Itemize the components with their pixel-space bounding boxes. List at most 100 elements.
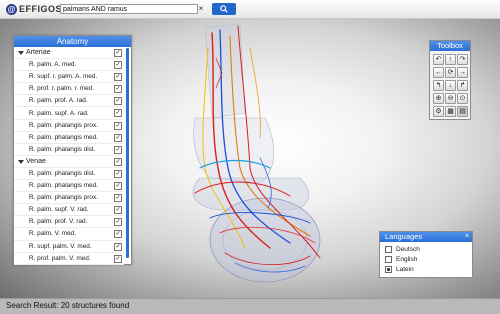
tree-item-label: R. prof. r. palm. r. med. bbox=[29, 85, 94, 93]
reset-view-icon[interactable]: ⟳ bbox=[445, 67, 456, 78]
tree-group-venae[interactable]: Venae ✓ bbox=[14, 156, 124, 168]
tree-item[interactable]: R. prof. r. palm. r. med. ✓ bbox=[14, 83, 124, 96]
logo-mark: @ bbox=[6, 3, 17, 15]
item-checkbox[interactable]: ✓ bbox=[114, 230, 122, 239]
anatomy-panel: Anatomy Arteriae ✓ R. palm. A. med. ✓ R. sup… bbox=[13, 35, 132, 265]
zoom-out-icon[interactable]: ⊖ bbox=[445, 93, 456, 104]
language-option-latein[interactable]: Latein bbox=[385, 265, 414, 274]
rotate-right-icon[interactable]: ↷ bbox=[457, 54, 468, 65]
tree-item-label: R. palm. phalangis med. bbox=[29, 133, 98, 141]
tree-item-label: R. supf. palm. V. med. bbox=[29, 242, 92, 250]
close-icon[interactable]: × bbox=[465, 232, 469, 242]
expand-triangle-icon[interactable] bbox=[18, 51, 24, 55]
anatomy-tree: Arteriae ✓ R. palm. A. med. ✓ R. supf. r. pa… bbox=[14, 47, 124, 265]
item-checkbox[interactable]: ✓ bbox=[114, 145, 122, 154]
radio-button[interactable] bbox=[385, 246, 392, 253]
tree-item[interactable]: R. palm. V. med. ✓ bbox=[14, 228, 124, 241]
tree-item[interactable]: R. palm. A. med. ✓ bbox=[14, 59, 124, 72]
language-label: Deutsch bbox=[396, 246, 420, 253]
tree-item-label: R. palm. prof. A. rad. bbox=[29, 97, 88, 105]
item-checkbox[interactable]: ✓ bbox=[114, 242, 122, 251]
tree-item[interactable]: R. palm. prof. V. rad. ✓ bbox=[14, 216, 124, 229]
anatomy-scrollbar[interactable] bbox=[126, 48, 129, 258]
tree-item[interactable]: R. palm. phalangis med. ✓ bbox=[14, 180, 124, 193]
tree-item[interactable]: R. palm. phalangis dist. ✓ bbox=[14, 168, 124, 181]
item-checkbox[interactable]: ✓ bbox=[114, 218, 122, 227]
search-result-text: Search Result: 20 structures found bbox=[6, 301, 130, 310]
tree-item-label: R. palm. A. med. bbox=[29, 61, 77, 69]
zoom-in-icon[interactable]: ⊕ bbox=[433, 93, 444, 104]
list-view-icon[interactable]: ▤ bbox=[457, 106, 468, 117]
tree-item[interactable]: R. palm. phalangis prox. ✓ bbox=[14, 192, 124, 205]
item-checkbox[interactable]: ✓ bbox=[114, 121, 122, 130]
hoof-3d-model[interactable] bbox=[150, 18, 380, 298]
language-label: Latein bbox=[396, 266, 414, 273]
radio-button[interactable] bbox=[385, 256, 392, 263]
item-checkbox[interactable]: ✓ bbox=[114, 194, 122, 203]
item-checkbox[interactable]: ✓ bbox=[114, 254, 122, 263]
clear-search-button[interactable]: × bbox=[196, 4, 206, 14]
item-checkbox[interactable]: ✓ bbox=[114, 206, 122, 215]
item-checkbox[interactable]: ✓ bbox=[114, 182, 122, 191]
tree-item-label: R. palm. supf. V. rad. bbox=[29, 206, 89, 214]
languages-panel: Languages × Deutsch English Latein bbox=[379, 231, 473, 278]
logo-text: EFFIGOS bbox=[19, 4, 63, 14]
language-label: English bbox=[396, 256, 418, 263]
group-checkbox[interactable]: ✓ bbox=[114, 49, 122, 57]
tree-item[interactable]: R. palm. supf. A. rad. ✓ bbox=[14, 107, 124, 120]
tree-item-label: R. palm. phalangis prox. bbox=[29, 121, 98, 129]
move-left-icon[interactable]: ← bbox=[433, 67, 444, 78]
item-checkbox[interactable]: ✓ bbox=[114, 85, 122, 94]
tree-item[interactable]: R. palm. supf. V. rad. ✓ bbox=[14, 204, 124, 217]
move-up-icon[interactable]: ↑ bbox=[445, 54, 456, 65]
tree-item-label: R. palm. prof. V. rad. bbox=[29, 218, 88, 226]
effigos-logo: @ EFFIGOS bbox=[6, 3, 62, 15]
group-checkbox[interactable]: ✓ bbox=[114, 157, 122, 166]
tree-item[interactable]: R. supf. palm. V. med. ✓ bbox=[14, 241, 124, 253]
grid-view-icon[interactable]: ▦ bbox=[445, 106, 456, 117]
item-checkbox[interactable]: ✓ bbox=[114, 133, 122, 142]
tree-item[interactable]: R. supf. r. palm. A. med. ✓ bbox=[14, 71, 124, 84]
fit-view-icon[interactable]: ⊙ bbox=[457, 93, 468, 104]
tree-item-label: R. palm. phalangis med. bbox=[29, 182, 98, 190]
rotate-left-icon[interactable]: ↶ bbox=[433, 54, 444, 65]
turn-right-icon[interactable]: ↱ bbox=[457, 80, 468, 91]
item-checkbox[interactable]: ✓ bbox=[114, 109, 122, 118]
tree-item-label: R. palm. phalangis dist. bbox=[29, 145, 96, 153]
tree-group-label: Arteriae bbox=[26, 49, 51, 57]
top-bar: @ EFFIGOS × bbox=[0, 0, 500, 19]
tree-group-arteriae[interactable]: Arteriae ✓ bbox=[14, 47, 124, 60]
item-checkbox[interactable]: ✓ bbox=[114, 61, 122, 70]
tree-item[interactable]: R. palm. phalangis prox. ✓ bbox=[14, 120, 124, 132]
search-input[interactable] bbox=[60, 4, 198, 14]
move-down-icon[interactable]: ↓ bbox=[445, 80, 456, 91]
search-button[interactable] bbox=[212, 3, 236, 15]
language-option-deutsch[interactable]: Deutsch bbox=[385, 245, 420, 254]
turn-left-icon[interactable]: ↰ bbox=[433, 80, 444, 91]
tree-item-label: R. palm. supf. A. rad. bbox=[29, 109, 89, 117]
toolbox-panel: Toolbox ↶ ↑ ↷ ← ⟳ → ↰ ↓ ↱ ⊕ ⊖ ⊙ ⚙ ▦ ▤ bbox=[429, 40, 471, 120]
anatomy-panel-title: Anatomy bbox=[14, 36, 131, 47]
languages-title: Languages × bbox=[380, 232, 472, 242]
settings-icon[interactable]: ⚙ bbox=[433, 106, 444, 117]
tree-item[interactable]: R. palm. prof. A. rad. ✓ bbox=[14, 95, 124, 108]
tree-item[interactable]: R. palm. phalangis med. ✓ bbox=[14, 132, 124, 144]
languages-title-text: Languages bbox=[385, 232, 423, 241]
status-bar: Search Result: 20 structures found bbox=[0, 298, 500, 314]
tree-item[interactable]: R. palm. phalangis dist. ✓ bbox=[14, 144, 124, 156]
move-right-icon[interactable]: → bbox=[457, 67, 468, 78]
radio-button[interactable] bbox=[385, 266, 392, 273]
search-icon bbox=[220, 5, 228, 13]
language-option-english[interactable]: English bbox=[385, 255, 417, 264]
item-checkbox[interactable]: ✓ bbox=[114, 169, 122, 178]
tree-item-label: R. palm. phalangis prox. bbox=[29, 194, 98, 202]
tree-item[interactable]: R. prof. palm. V. med. ✓ bbox=[14, 253, 124, 265]
tree-item-label: R. palm. V. med. bbox=[29, 230, 77, 238]
tree-item-label: R. prof. palm. V. med. bbox=[29, 254, 91, 262]
item-checkbox[interactable]: ✓ bbox=[114, 73, 122, 82]
expand-triangle-icon[interactable] bbox=[18, 159, 24, 164]
toolbox-title: Toolbox bbox=[430, 41, 470, 51]
tree-group-label: Venae bbox=[26, 157, 46, 165]
item-checkbox[interactable]: ✓ bbox=[114, 97, 122, 106]
tree-item-label: R. palm. phalangis dist. bbox=[29, 169, 96, 177]
